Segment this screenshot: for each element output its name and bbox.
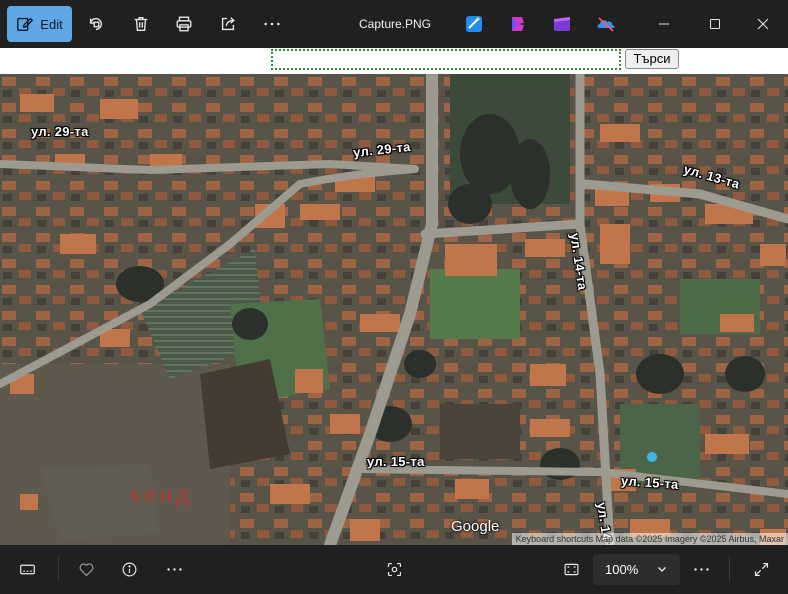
zoom-level: 100% xyxy=(605,562,639,577)
maximize-icon xyxy=(710,19,720,29)
search-input[interactable] xyxy=(271,49,621,70)
favorite-button[interactable] xyxy=(75,558,97,580)
delete-icon xyxy=(134,17,148,31)
video-app-icon xyxy=(554,17,570,31)
filmstrip-button[interactable] xyxy=(16,558,38,580)
clipchamp-app-icon xyxy=(512,17,524,31)
chevron-down-icon xyxy=(658,567,666,572)
video-app-button[interactable] xyxy=(552,14,572,34)
clipchamp-app-button[interactable] xyxy=(508,14,528,34)
fit-icon xyxy=(564,563,578,575)
more-options-button[interactable] xyxy=(163,558,185,580)
file-name: Capture.PNG xyxy=(358,17,432,31)
info-icon xyxy=(122,562,136,576)
minimize-icon xyxy=(659,23,669,25)
more-icon xyxy=(264,22,280,26)
filmstrip-icon xyxy=(19,564,35,574)
print-icon xyxy=(176,16,192,32)
photo-editor-app-button[interactable] xyxy=(464,14,484,34)
share-icon xyxy=(221,17,235,31)
zoom-dropdown[interactable]: 100% xyxy=(593,554,680,585)
title-bar: Edit Capture.PNG xyxy=(0,0,788,48)
maximize-button[interactable] xyxy=(703,12,727,36)
visual-search-button[interactable] xyxy=(383,558,405,580)
google-logo: Google xyxy=(451,518,500,535)
fullscreen-button[interactable] xyxy=(750,558,772,580)
search-strip: Търси xyxy=(0,48,788,74)
road-label: ул. 15-та xyxy=(367,454,425,469)
close-button[interactable] xyxy=(751,12,775,36)
onedrive-app-button[interactable] xyxy=(596,14,616,34)
satellite-map[interactable]: ул. 29-та ул. 29-та ул. 13-та ул. 14-та … xyxy=(0,74,788,545)
edit-button[interactable]: Edit xyxy=(7,6,72,42)
photo-editor-app-icon xyxy=(466,16,482,32)
divider xyxy=(58,557,59,581)
image-canvas: Търси ул. 29-та ул. 29-та ул. 13-та ул. … xyxy=(0,48,788,545)
close-icon xyxy=(757,18,769,30)
fit-to-window-button[interactable] xyxy=(560,558,582,580)
delete-button[interactable] xyxy=(130,13,152,35)
more-icon xyxy=(166,567,182,571)
more-icon xyxy=(693,567,709,571)
minimize-button[interactable] xyxy=(652,12,676,36)
favorite-icon xyxy=(79,562,93,576)
rotate-icon xyxy=(89,17,102,31)
print-button[interactable] xyxy=(173,13,195,35)
screenshot-icon xyxy=(387,562,401,576)
watermark-text: кенд xyxy=(130,482,194,507)
divider xyxy=(729,557,730,581)
fullscreen-icon xyxy=(754,562,768,576)
share-button[interactable] xyxy=(217,13,239,35)
onedrive-app-icon xyxy=(597,17,615,32)
map-attribution: Keyboard shortcuts Map data ©2025 Imager… xyxy=(511,533,788,545)
more-options-button[interactable] xyxy=(690,558,712,580)
road-label: ул. 29-та xyxy=(31,124,89,139)
edit-icon xyxy=(17,17,34,31)
bottom-bar: 100% xyxy=(0,545,788,594)
info-button[interactable] xyxy=(118,558,140,580)
rotate-button[interactable] xyxy=(85,13,107,35)
edit-button-label: Edit xyxy=(40,16,63,32)
more-options-button[interactable] xyxy=(261,13,283,35)
search-button[interactable]: Търси xyxy=(625,49,679,69)
